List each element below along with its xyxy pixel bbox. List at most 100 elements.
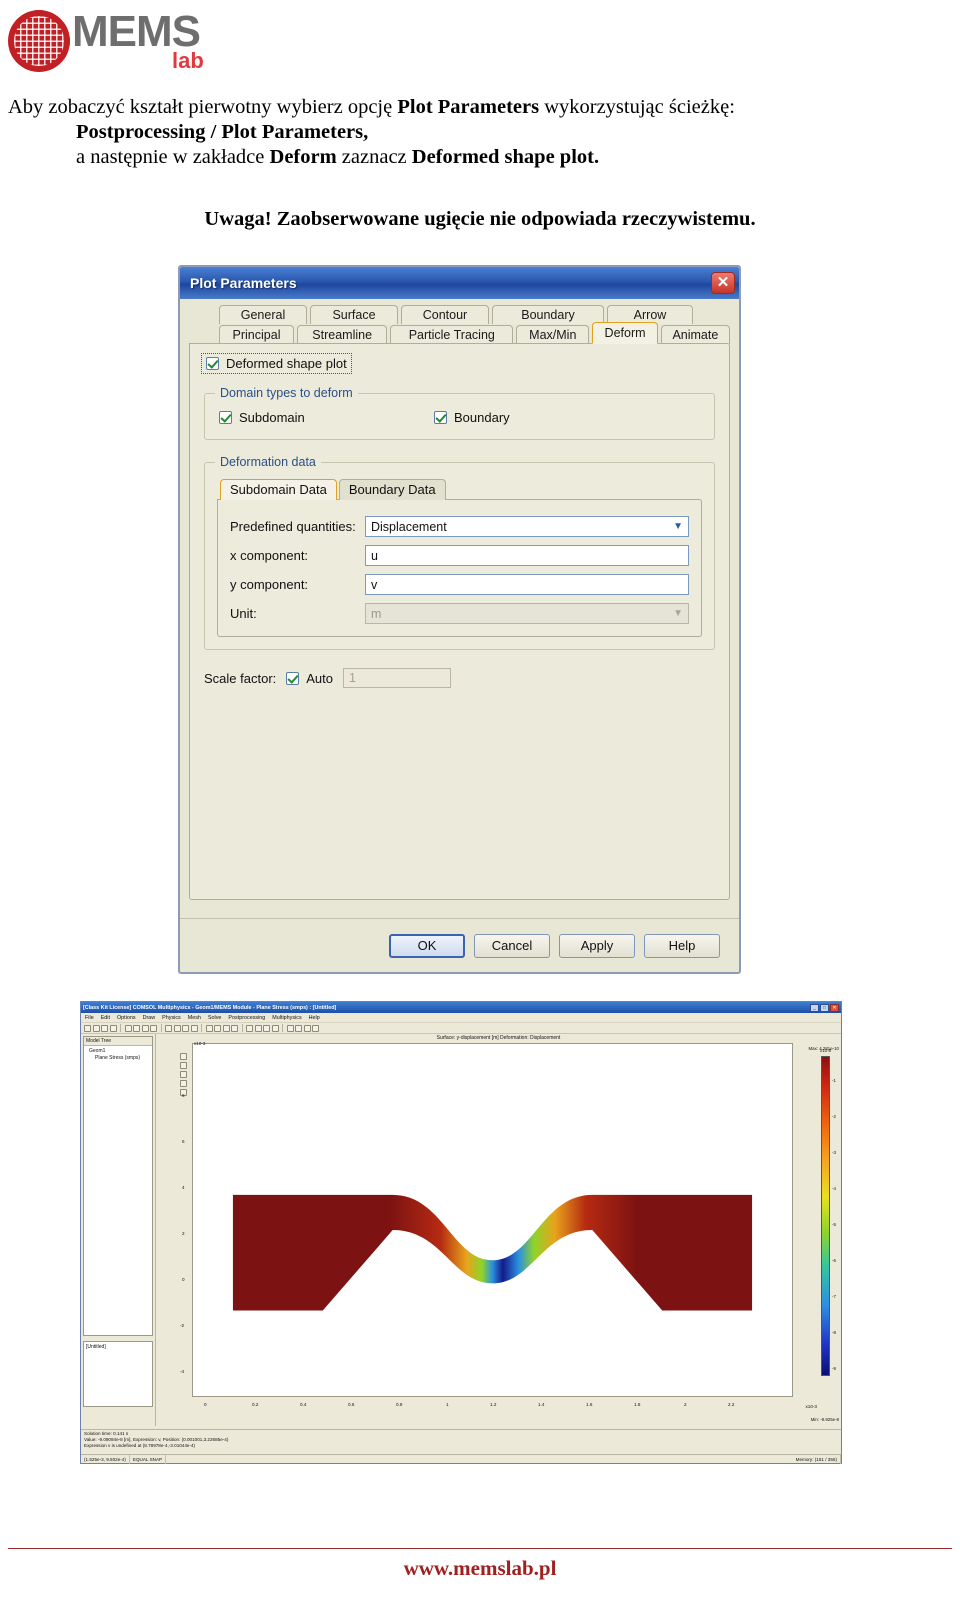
- auto-checkbox[interactable]: [286, 671, 300, 685]
- vtool-zoom-icon[interactable]: [180, 1062, 187, 1069]
- colorbar-min-label: Min: -9.925e-8: [810, 1417, 839, 1422]
- vtool-pan-icon[interactable]: [180, 1071, 187, 1078]
- tab-deform[interactable]: Deform: [592, 322, 658, 344]
- tab-row-secondary: Principal Streamline Particle Tracing Ma…: [189, 322, 730, 344]
- toolbar-separator-5: [282, 1024, 283, 1032]
- close-icon-comsol[interactable]: ✕: [830, 1003, 839, 1012]
- scale-factor-input[interactable]: 1: [343, 668, 452, 688]
- unit-value: m: [371, 606, 382, 621]
- menu-options[interactable]: Options: [117, 1015, 136, 1021]
- tab-general[interactable]: General: [219, 305, 307, 324]
- menu-physics[interactable]: Physics: [162, 1015, 181, 1021]
- toolbar-mesh-icon[interactable]: [246, 1024, 253, 1032]
- toolbar-help-icon[interactable]: [312, 1024, 319, 1032]
- menu-draw[interactable]: Draw: [143, 1015, 156, 1021]
- colorbar-tick-8: -8: [832, 1330, 836, 1335]
- tab-particle-tracing[interactable]: Particle Tracing: [390, 325, 514, 344]
- toolbar-cut-icon[interactable]: [124, 1024, 132, 1032]
- toolbar-zoom-in-icon[interactable]: [205, 1024, 213, 1032]
- tab-animate[interactable]: Animate: [660, 325, 730, 344]
- x-component-input[interactable]: u: [365, 545, 689, 566]
- y-component-input[interactable]: v: [365, 574, 689, 595]
- tab-surface[interactable]: Surface: [310, 305, 398, 324]
- menu-file[interactable]: File: [85, 1015, 94, 1021]
- menu-postprocessing[interactable]: Postprocessing: [228, 1015, 265, 1021]
- vtool-select-icon[interactable]: [180, 1053, 187, 1060]
- deform-tab-pane: Deformed shape plot Domain types to defo…: [189, 343, 730, 900]
- subdomain-checkbox-row[interactable]: Subdomain: [219, 410, 434, 425]
- toolbar-draw-poly-icon[interactable]: [190, 1024, 198, 1032]
- toolbar-open-icon[interactable]: [92, 1024, 100, 1032]
- toolbar-save-icon[interactable]: [101, 1024, 108, 1032]
- toolbar-pan-icon[interactable]: [231, 1024, 238, 1032]
- dialog-button-bar: OK Cancel Apply Help: [180, 918, 739, 972]
- predefined-quantities-select[interactable]: Displacement ▼: [365, 516, 689, 537]
- x-tick-18: 1.8: [634, 1402, 641, 1407]
- subdomain-checkbox[interactable]: [219, 411, 232, 424]
- toolbar-new-icon[interactable]: [84, 1024, 91, 1032]
- deformation-data-group-label: Deformation data: [215, 455, 321, 469]
- plot-parameters-dialog: Plot Parameters ✕ General Surface Contou…: [178, 265, 741, 974]
- tab-streamline[interactable]: Streamline: [297, 325, 388, 344]
- toolbar-undo-icon[interactable]: [150, 1024, 157, 1032]
- boundary-checkbox[interactable]: [434, 411, 447, 424]
- toolbar-restart-icon[interactable]: [271, 1024, 279, 1032]
- model-tree[interactable]: Model Tree Geom1 Plane Stress (smps): [83, 1036, 153, 1336]
- tab-subdomain-data[interactable]: Subdomain Data: [220, 479, 337, 500]
- menu-solve[interactable]: Solve: [208, 1015, 222, 1021]
- toolbar-paste-icon[interactable]: [141, 1024, 149, 1032]
- toolbar-zoom-out-icon[interactable]: [214, 1024, 221, 1032]
- toolbar-scene-light-icon[interactable]: [303, 1024, 311, 1032]
- comsol-title: [Class Kit License] COMSOL Multiphysics …: [83, 1004, 337, 1011]
- apply-button[interactable]: Apply: [559, 933, 635, 958]
- deformed-shape-plot-checkbox-row[interactable]: Deformed shape plot: [201, 353, 352, 374]
- menu-help[interactable]: Help: [309, 1015, 320, 1021]
- comsol-menubar: File Edit Options Draw Physics Mesh Solv…: [81, 1013, 841, 1023]
- toolbar-zoom-extents-icon[interactable]: [222, 1024, 230, 1032]
- toolbar-draw-rect-icon[interactable]: [173, 1024, 181, 1032]
- menu-edit[interactable]: Edit: [101, 1015, 110, 1021]
- toolbar-refine-mesh-icon[interactable]: [254, 1024, 262, 1032]
- tab-boundary-data[interactable]: Boundary Data: [338, 479, 446, 500]
- tab-boundary[interactable]: Boundary: [492, 305, 604, 324]
- menu-multiphysics[interactable]: Multiphysics: [272, 1015, 301, 1021]
- dialog-title: Plot Parameters: [190, 275, 297, 291]
- logo-sub-text: lab: [172, 48, 204, 73]
- scale-factor-label: Scale factor:: [204, 670, 277, 686]
- toolbar-copy-icon[interactable]: [133, 1024, 140, 1032]
- toolbar-print-icon[interactable]: [109, 1024, 117, 1032]
- toolbar-solve-icon[interactable]: [263, 1024, 270, 1032]
- toolbar-draw-line-icon[interactable]: [165, 1024, 172, 1032]
- tab-max-min[interactable]: Max/Min: [516, 325, 590, 344]
- deformed-shape-plot-checkbox[interactable]: [206, 357, 219, 370]
- ok-button[interactable]: OK: [389, 933, 465, 958]
- tree-item-plane-stress[interactable]: Plane Stress (smps): [86, 1055, 150, 1062]
- close-icon[interactable]: ✕: [711, 272, 735, 294]
- y-tick-2: 2: [182, 1231, 185, 1236]
- comsol-window: [Class Kit License] COMSOL Multiphysics …: [80, 1001, 842, 1464]
- deformation-data-tabs: Subdomain Data Boundary Data: [217, 479, 702, 500]
- maximize-icon[interactable]: □: [820, 1003, 829, 1012]
- toolbar-draw-ellipse-icon[interactable]: [182, 1024, 189, 1032]
- unit-select[interactable]: m ▼: [365, 603, 689, 624]
- menu-mesh[interactable]: Mesh: [188, 1015, 201, 1021]
- scale-factor-row: Scale factor: Auto 1: [204, 668, 715, 688]
- y-tick-8: 8: [182, 1093, 185, 1098]
- tab-contour[interactable]: Contour: [401, 305, 489, 324]
- subdomain-data-pane: Predefined quantities: Displacement ▼ x …: [217, 499, 702, 637]
- help-button[interactable]: Help: [644, 933, 720, 958]
- minimize-icon[interactable]: _: [810, 1003, 819, 1012]
- cancel-button[interactable]: Cancel: [474, 933, 550, 958]
- vtool-rotate-icon[interactable]: [180, 1080, 187, 1087]
- auto-checkbox-row[interactable]: Auto: [286, 671, 333, 686]
- x-component-label: x component:: [230, 548, 309, 563]
- plot-canvas[interactable]: [192, 1043, 793, 1397]
- tree-item-geom1[interactable]: Geom1: [86, 1048, 150, 1055]
- boundary-checkbox-row[interactable]: Boundary: [434, 410, 510, 425]
- intro-line1-c: wykorzystując ścieżkę:: [539, 96, 735, 118]
- x-tick-04: 0.4: [300, 1402, 307, 1407]
- deformed-shape-svg: [232, 1194, 753, 1311]
- toolbar-plot-params-icon[interactable]: [286, 1024, 294, 1032]
- toolbar-headlight-icon[interactable]: [295, 1024, 302, 1032]
- tab-principal[interactable]: Principal: [219, 325, 294, 344]
